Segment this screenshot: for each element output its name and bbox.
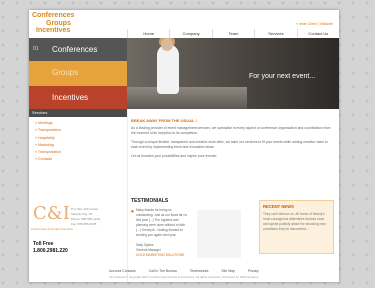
nav-company[interactable]: Company [169,29,211,38]
news-heading: RECENT NEWS [263,204,294,209]
recent-news: RECENT NEWS They can't silence us. All h… [259,200,334,254]
content-paragraph: Through a unique flexible, transparent a… [131,140,328,149]
sidebar-header: Services [29,109,127,117]
address-lines: P.O. Box 123 Center Sample City, ST Phon… [71,207,100,227]
signer-company[interactable]: GOLD MARKETING SOLUTIONS [136,253,184,258]
nav-contact-us[interactable]: Contact Us [296,29,339,38]
sidebar-item[interactable]: » Hospitality [35,135,127,142]
testimonial-image [197,210,241,258]
address-box: C&I Conferences & Groups Incentives P.O.… [31,203,121,243]
logo[interactable]: Conferences Groups Incentives [32,12,74,35]
quote-icon: • [131,207,134,216]
block-number: 01 [33,46,39,52]
block-label: Conferences [52,45,98,54]
logo-line-2: Groups [46,19,71,27]
copyright: All contents © copyright 2007 Conference… [109,275,259,279]
hero-tagline: For your next event... [249,73,316,80]
nav-services[interactable]: Services [254,29,296,38]
hero-desk-image [127,87,247,109]
block-groups[interactable]: Groups [29,61,127,86]
nav-team[interactable]: Team [211,29,254,38]
footer-link[interactable]: Site Map [221,269,234,273]
footer: Account Contacts Call In The Bureau Test… [29,269,339,279]
sidebar: Services » Meetings » Transportation » H… [29,109,128,282]
sidebar-item[interactable]: » Contacts [35,156,127,163]
toll-free-number: 1.800.2981.220 [33,248,68,254]
toll-free-label: Toll Free [33,241,54,247]
sidebar-item[interactable]: » Transportation [35,149,127,156]
footer-link[interactable]: Account Contacts [109,269,136,273]
logo-line-3: Incentives [36,27,71,34]
sidebar-item[interactable]: » Transportation [35,127,127,134]
footer-link[interactable]: Privacy [248,269,259,273]
language-links[interactable]: » Inner Client | Visitante [296,22,333,26]
hero-person-head [161,38,173,51]
footer-link[interactable]: Call In The Bureau [149,269,177,273]
address-line: Fax: 555-555-5678 [71,222,97,226]
block-incentives[interactable]: Incentives [29,86,127,109]
sidebar-item[interactable]: » Marketing [35,142,127,149]
sidebar-item[interactable]: » Meetings [35,120,127,127]
monogram-caption: Conferences & Groups Incentives [31,227,73,231]
company-monogram: C&I [33,203,70,224]
content-paragraph: As a leading provider of event managemen… [131,126,331,135]
toll-free: Toll Free 1.800.2981.220 [33,241,68,255]
hero-banner: For your next event... [127,38,339,109]
logo-line-1: Conferences [32,12,75,19]
testimonial-signer: Sally Ogilvie General Manager GOLD MARKE… [136,243,184,258]
main-content: BREAK AWAY FROM THE USUAL ! As a leading… [131,118,331,163]
news-text: They can't silence us. All home of histo… [263,212,326,231]
content-paragraph: Let us broaden your possibilities and in… [131,154,217,158]
nav-home[interactable]: Home [127,29,169,38]
footer-links: Account Contacts Call In The Bureau Test… [29,269,339,273]
block-conferences[interactable]: 01 Conferences [29,38,127,61]
content-heading: BREAK AWAY FROM THE USUAL ! [131,118,197,123]
testimonial-quote: Many thanks for being so outstanding. Ju… [136,208,188,237]
testimonials: TESTIMONIALS • Many thanks for being so … [131,198,241,264]
testimonials-heading: TESTIMONIALS [131,198,169,204]
block-label: Incentives [52,93,89,102]
sidebar-list: » Meetings » Transportation » Hospitalit… [29,120,127,164]
site-frame: Conferences Groups Incentives » Inner Cl… [29,10,339,282]
hero-person-image [157,44,179,94]
block-label: Groups [52,68,79,77]
footer-link[interactable]: Testimonials [190,269,209,273]
